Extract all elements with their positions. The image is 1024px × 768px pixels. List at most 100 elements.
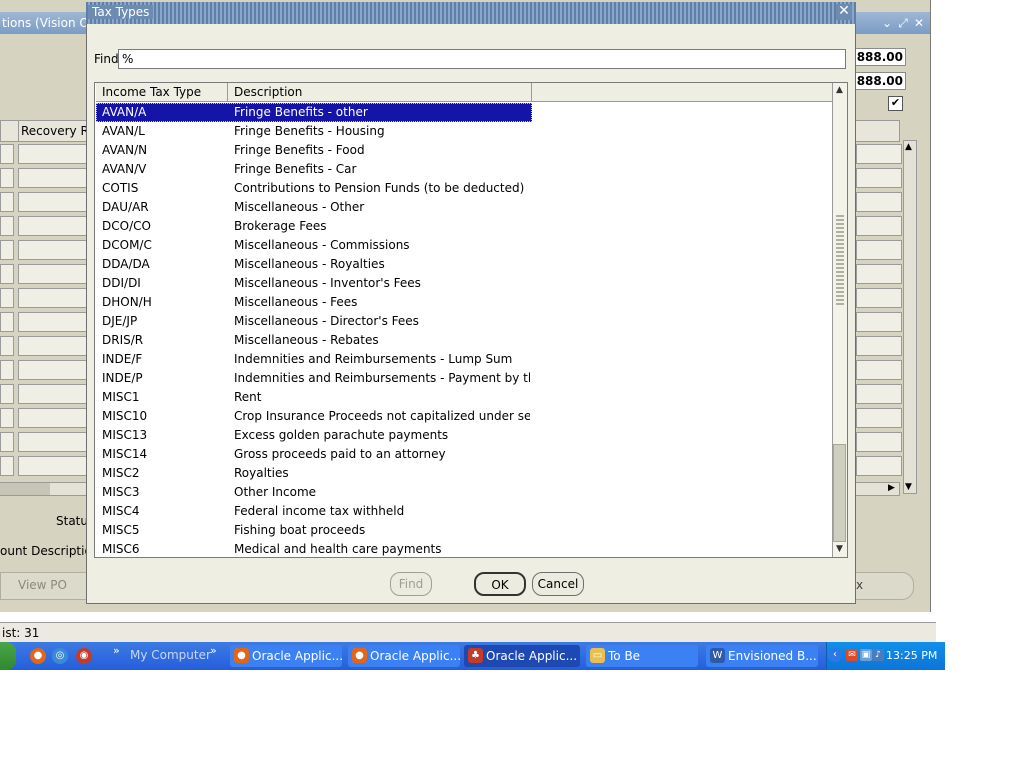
list-scroll-thumb[interactable] [833,444,846,542]
list-item[interactable]: MISC2 Royalties [96,464,532,483]
background-row-cell-right[interactable] [856,240,902,260]
column-header-description[interactable]: Description [228,83,532,102]
background-row-cell-right[interactable] [856,192,902,212]
ok-button[interactable]: OK [474,572,526,596]
find-input[interactable] [118,49,846,69]
taskbar-item[interactable]: ● Oracle Applic... [348,645,460,667]
background-horizontal-scroll-thumb[interactable] [0,483,50,495]
background-row-cell-left[interactable] [0,456,14,476]
background-row-cell-left[interactable] [0,432,14,452]
background-row-cell[interactable] [18,144,90,164]
background-row-cell[interactable] [18,240,90,260]
background-row-cell-left[interactable] [0,192,14,212]
list-item[interactable]: MISC1 Rent [96,388,532,407]
background-button-x[interactable]: x [856,578,863,592]
my-computer-toolbar[interactable]: My Computer [130,648,211,662]
background-row-cell-left[interactable] [0,360,14,380]
list-item[interactable]: DJE/JP Miscellaneous - Director's Fees [96,312,532,331]
list-item[interactable]: MISC4 Federal income tax withheld [96,502,532,521]
scroll-up-icon[interactable]: ▲ [905,142,912,152]
background-row-cell-right[interactable] [856,384,902,404]
list-item[interactable]: MISC5 Fishing boat proceeds [96,521,532,540]
scroll-down-icon[interactable]: ▼ [833,543,846,556]
list-item[interactable]: AVAN/N Fringe Benefits - Food [96,141,532,160]
quick-launch-icon[interactable]: ◎ [52,648,68,664]
background-row-cell-right[interactable] [856,408,902,428]
taskbar-item[interactable]: ♣ Oracle Applic... [464,645,580,667]
cancel-button[interactable]: Cancel [532,572,584,596]
background-row-cell-left[interactable] [0,264,14,284]
background-row-cell-right[interactable] [856,264,902,284]
list-item[interactable]: DAU/AR Miscellaneous - Other [96,198,532,217]
list-item[interactable]: AVAN/V Fringe Benefits - Car [96,160,532,179]
background-row-cell-right[interactable] [856,456,902,476]
list-item[interactable]: AVAN/A Fringe Benefits - other [96,103,532,122]
find-button[interactable]: Find [390,572,432,596]
background-row-cell-right[interactable] [856,360,902,380]
background-row-cell-right[interactable] [856,144,902,164]
tray-mail-icon[interactable]: ✉ [846,649,858,661]
background-row-cell[interactable] [18,456,90,476]
list-item[interactable]: DRIS/R Miscellaneous - Rebates [96,331,532,350]
taskbar-item[interactable]: ▭ To Be [586,645,698,667]
tray-volume-icon[interactable]: ♪ [872,649,884,661]
background-row-cell-right[interactable] [856,432,902,452]
list-item[interactable]: DCO/CO Brokerage Fees [96,217,532,236]
scroll-down-icon[interactable]: ▼ [905,482,912,492]
list-item[interactable]: DDA/DA Miscellaneous - Royalties [96,255,532,274]
toolbar-chevron-icon[interactable]: » [210,644,217,657]
background-row-cell-left[interactable] [0,240,14,260]
background-row-cell[interactable] [18,336,90,356]
background-row-cell[interactable] [18,384,90,404]
background-row-cell-left[interactable] [0,168,14,188]
background-row-cell[interactable] [18,216,90,236]
list-item[interactable]: INDE/F Indemnities and Reimbursements - L… [96,350,532,369]
maximize-icon[interactable]: ⤢ [896,16,910,30]
background-row-cell-right[interactable] [856,336,902,356]
list-item[interactable]: DCOM/C Miscellaneous - Commissions [96,236,532,255]
background-row-cell[interactable] [18,408,90,428]
tray-expand-icon[interactable]: ‹ [828,648,842,662]
view-po-button[interactable]: View PO [18,578,67,592]
firefox-icon[interactable]: ● [30,648,46,664]
checkbox[interactable]: ✔ [888,96,903,111]
taskbar-item[interactable]: W Envisioned B... [706,645,818,667]
close-icon[interactable]: ✕ [912,16,926,30]
background-row-cell-right[interactable] [856,168,902,188]
background-vertical-scrollbar[interactable] [903,140,917,494]
minimize-icon[interactable]: ⌄ [880,16,894,30]
background-row-cell[interactable] [18,360,90,380]
list-item[interactable]: DDI/DI Miscellaneous - Inventor's Fees [96,274,532,293]
list-item[interactable]: MISC10 Crop Insurance Proceeds not capita… [96,407,532,426]
background-row-cell-right[interactable] [856,216,902,236]
list-item[interactable]: AVAN/L Fringe Benefits - Housing [96,122,532,141]
list-item[interactable]: DHON/H Miscellaneous - Fees [96,293,532,312]
start-button[interactable] [0,642,16,670]
background-row-cell-left[interactable] [0,288,14,308]
taskbar-item[interactable]: ● Oracle Applic... [230,645,342,667]
list-item[interactable]: COTIS Contributions to Pension Funds (to … [96,179,532,198]
list-item[interactable]: INDE/P Indemnities and Reimbursements - P… [96,369,532,388]
column-header-income-tax-type[interactable]: Income Tax Type [96,83,228,102]
background-row-cell[interactable] [18,312,90,332]
background-row-cell-right[interactable] [856,312,902,332]
background-row-cell-left[interactable] [0,312,14,332]
list-item[interactable]: MISC14 Gross proceeds paid to an attorney [96,445,532,464]
background-row-cell[interactable] [18,192,90,212]
scroll-up-icon[interactable]: ▲ [833,84,846,97]
dialog-close-icon[interactable]: ✕ [836,4,852,20]
background-row-cell-left[interactable] [0,408,14,428]
background-row-cell-left[interactable] [0,144,14,164]
background-row-cell[interactable] [18,288,90,308]
dialog-titlebar[interactable] [86,2,856,24]
list-item[interactable]: MISC13 Excess golden parachute payments [96,426,532,445]
background-row-cell-right[interactable] [856,288,902,308]
background-row-cell-left[interactable] [0,216,14,236]
scroll-right-icon[interactable]: ▶ [888,483,895,493]
quick-launch-icon-2[interactable]: ◉ [76,648,92,664]
background-row-cell-left[interactable] [0,336,14,356]
background-row-cell[interactable] [18,264,90,284]
background-row-cell-left[interactable] [0,384,14,404]
list-item[interactable]: MISC6 Medical and health care payments [96,540,532,559]
quick-launch-chevron-icon[interactable]: » [113,644,120,657]
